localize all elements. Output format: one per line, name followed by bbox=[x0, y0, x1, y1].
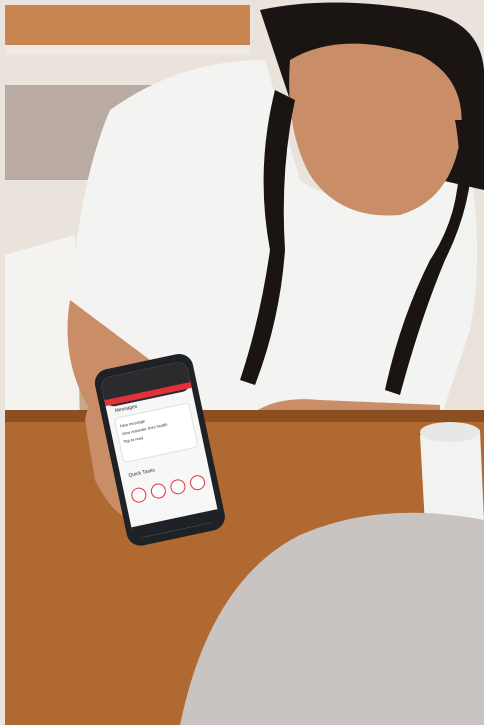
coffee-mug-rim bbox=[420, 422, 480, 442]
photo-scene: Messages New message View reminder from … bbox=[0, 0, 484, 725]
background-shelf bbox=[5, 5, 250, 45]
table-edge bbox=[5, 410, 484, 422]
background-shelf-edge bbox=[5, 45, 250, 55]
